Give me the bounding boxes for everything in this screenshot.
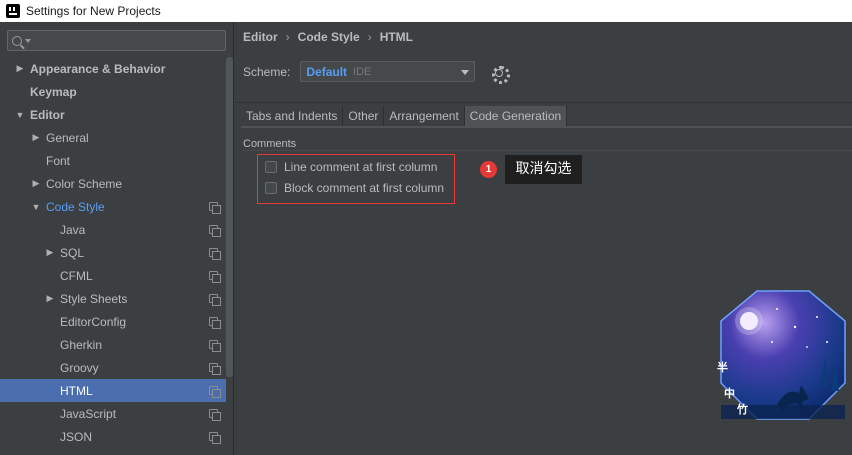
sidebar-item-gherkin[interactable]: Gherkin — [0, 333, 226, 356]
tab-tabs-and-indents[interactable]: Tabs and Indents — [241, 106, 344, 126]
copy-scheme-icon — [209, 386, 221, 398]
copy-scheme-icon — [209, 294, 221, 306]
sidebar-item-jsp[interactable]: JSP — [0, 448, 226, 455]
sidebar-scrollbar[interactable] — [226, 57, 233, 377]
sidebar-item-appearance-behavior[interactable]: ▶ Appearance & Behavior — [0, 57, 226, 80]
settings-sidebar: ▶ Appearance & Behavior Keymap ▼ Editor ▶ Gene… — [0, 22, 234, 455]
chevron-right-icon[interactable]: ▶ — [44, 293, 56, 304]
copy-scheme-icon — [209, 409, 221, 421]
sidebar-item-label: EditorConfig — [60, 314, 127, 329]
sidebar-item-javascript[interactable]: JavaScript — [0, 402, 226, 425]
sidebar-item-general[interactable]: ▶ General — [0, 126, 226, 149]
scheme-sub: IDE — [353, 65, 372, 78]
sidebar-item-label: Color Scheme — [46, 176, 123, 191]
tab-bar: Tabs and Indents Other Arrangement Code Gen… — [241, 106, 568, 126]
sidebar-item-label: Gherkin — [60, 337, 103, 352]
sidebar-item-label: CFML — [60, 268, 93, 283]
sidebar-item-color-scheme[interactable]: ▶ Color Scheme — [0, 172, 226, 195]
sidebar-item-editorconfig[interactable]: EditorConfig — [0, 310, 226, 333]
breadcrumb-editor: Editor — [243, 30, 278, 44]
scheme-label: Scheme: — [243, 64, 291, 79]
sidebar-item-label: HTML — [60, 383, 93, 398]
chevron-right-icon[interactable]: ▶ — [30, 178, 42, 189]
sidebar-item-java[interactable]: Java — [0, 218, 226, 241]
chevron-down-icon — [25, 38, 31, 43]
sidebar-item-html[interactable]: HTML — [0, 379, 226, 402]
sidebar-item-label: JSON — [60, 429, 93, 444]
breadcrumb-separator: › — [285, 30, 290, 44]
chevron-down-icon[interactable]: ▼ — [30, 202, 42, 212]
breadcrumb: Editor › Code Style › HTML — [243, 30, 413, 44]
intellij-app-icon — [6, 4, 20, 18]
section-divider — [243, 150, 852, 151]
tab-arrangement[interactable]: Arrangement — [384, 106, 465, 126]
sidebar-item-label: Font — [46, 153, 71, 168]
watermark-image: 半 中 竹 — [717, 290, 846, 420]
divider — [235, 102, 852, 103]
sidebar-item-font[interactable]: Font — [0, 149, 226, 172]
window-title: Settings for New Projects — [26, 4, 161, 18]
scheme-dropdown[interactable]: Default IDE — [300, 61, 476, 82]
sidebar-item-label: Code Style — [46, 199, 105, 214]
chevron-down-icon — [461, 70, 470, 75]
sidebar-item-label: Groovy — [60, 360, 99, 375]
breadcrumb-separator: › — [367, 30, 372, 44]
chevron-right-icon[interactable]: ▶ — [14, 63, 26, 74]
sidebar-item-label: SQL — [60, 245, 85, 260]
copy-scheme-icon — [209, 202, 221, 214]
sidebar-item-label: Appearance & Behavior — [30, 61, 166, 76]
copy-scheme-icon — [209, 225, 221, 237]
copy-scheme-icon — [209, 363, 221, 375]
tab-code-generation[interactable]: Code Generation — [464, 106, 568, 126]
breadcrumb-html: HTML — [379, 30, 414, 44]
copy-scheme-icon — [209, 271, 221, 283]
scheme-row: Scheme: Default IDE — [243, 61, 511, 84]
scheme-value: Default — [306, 64, 348, 79]
sidebar-item-editor[interactable]: ▼ Editor — [0, 103, 226, 126]
title-bar: Settings for New Projects — [0, 0, 852, 22]
tab-other[interactable]: Other — [343, 106, 385, 126]
sidebar-item-label: Keymap — [30, 84, 77, 99]
block-comment-label: Block comment at first column — [284, 181, 445, 195]
svg-text:中: 中 — [724, 386, 735, 400]
sidebar-item-code-style[interactable]: ▼ Code Style — [0, 195, 226, 218]
sidebar-item-keymap[interactable]: Keymap — [0, 80, 226, 103]
copy-scheme-icon — [209, 248, 221, 260]
sidebar-item-cfml[interactable]: CFML — [0, 264, 226, 287]
settings-search-input[interactable] — [7, 30, 226, 51]
svg-text:竹: 竹 — [736, 402, 748, 416]
search-icon — [12, 35, 22, 46]
sidebar-item-style-sheets[interactable]: ▶ Style Sheets — [0, 287, 226, 310]
sidebar-item-groovy[interactable]: Groovy — [0, 356, 226, 379]
block-comment-checkbox[interactable] — [265, 182, 277, 194]
line-comment-checkbox-row[interactable]: Line comment at first column — [265, 160, 437, 174]
breadcrumb-code-style: Code Style — [297, 30, 360, 44]
line-comment-checkbox[interactable] — [265, 161, 277, 173]
sidebar-item-json[interactable]: JSON — [0, 425, 226, 448]
tab-underline — [241, 126, 852, 128]
copy-scheme-icon — [209, 317, 221, 329]
chevron-right-icon[interactable]: ▶ — [30, 132, 42, 143]
gear-icon[interactable] — [491, 65, 511, 84]
annotation-tooltip: 取消勾选 — [505, 155, 582, 184]
copy-scheme-icon — [209, 432, 221, 444]
sidebar-item-label: General — [46, 130, 89, 145]
sidebar-item-label: Style Sheets — [60, 291, 128, 306]
copy-scheme-icon — [209, 340, 221, 352]
sidebar-item-sql[interactable]: ▶ SQL — [0, 241, 226, 264]
block-comment-checkbox-row[interactable]: Block comment at first column — [265, 181, 444, 195]
settings-tree: ▶ Appearance & Behavior Keymap ▼ Editor ▶ Gene… — [0, 57, 226, 455]
comments-section-label: Comments — [243, 138, 297, 150]
svg-text:半: 半 — [717, 360, 728, 374]
chevron-down-icon[interactable]: ▼ — [14, 110, 26, 120]
line-comment-label: Line comment at first column — [284, 160, 438, 174]
sidebar-item-label: Editor — [30, 107, 65, 122]
chevron-right-icon[interactable]: ▶ — [44, 247, 56, 258]
sidebar-item-label: JavaScript — [60, 406, 117, 421]
sidebar-item-label: Java — [60, 222, 86, 237]
annotation-number-badge: 1 — [480, 161, 497, 178]
